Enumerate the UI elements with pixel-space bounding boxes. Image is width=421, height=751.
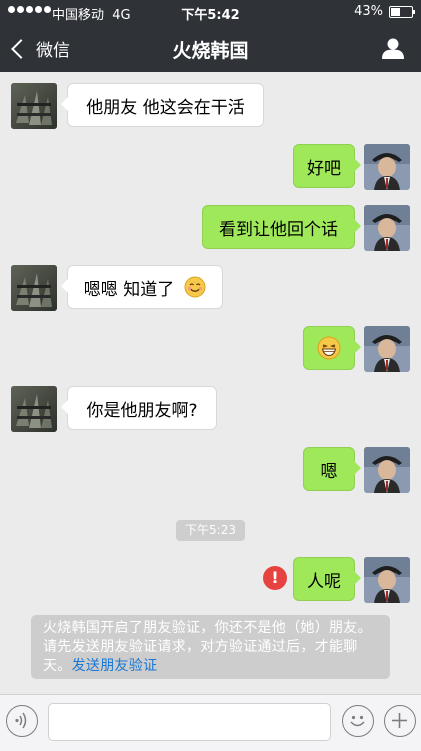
back-label: 微信 [36,41,70,61]
message-text: 人呢 [307,571,341,592]
friend-verification-notice: 火烧韩国开启了朋友验证，你还不是他（她）朋友。请先发送朋友验证请求，对方验证通过… [31,615,390,679]
my-avatar[interactable] [364,557,410,603]
my-avatar[interactable] [364,447,410,493]
my-avatar[interactable] [364,144,410,190]
message-text: 嗯 [320,461,338,482]
chevron-left-icon [11,38,31,59]
voice-icon [15,712,27,729]
chat-timestamp: 下午5:23 [176,520,245,541]
sent-message-bubble[interactable]: 看到让他回个话 [202,205,361,249]
my-avatar[interactable] [364,205,410,251]
received-message-bubble[interactable]: 嗯嗯 知道了 [61,265,223,309]
status-bar: 中国移动 4G 下午5:42 43% [0,0,421,24]
person-icon[interactable] [381,37,405,59]
plus-icon [392,713,407,728]
message-input[interactable] [48,703,331,741]
received-message-bubble[interactable]: 你是他朋友啊? [61,386,217,430]
emoji-icon [350,715,365,727]
emoji-button[interactable] [342,705,374,737]
add-button[interactable] [384,705,416,737]
battery-percent: 43% [354,4,383,19]
voice-button[interactable] [6,705,38,737]
message-text: 你是他朋友啊? [86,400,198,421]
sent-message-bubble[interactable]: 嗯 [303,447,361,491]
battery-icon [389,6,415,18]
contact-avatar[interactable] [11,265,57,311]
smile-emoji-icon [184,276,206,298]
contact-avatar[interactable] [11,83,57,129]
contact-avatar[interactable] [11,386,57,432]
sent-message-bubble[interactable]: 好吧 [293,144,361,188]
my-avatar[interactable] [364,326,410,372]
send-failed-icon[interactable]: ! [263,566,287,590]
message-text: 嗯嗯 知道了 [83,279,175,300]
nav-bar: 微信 火烧韩国 [0,24,421,72]
message-text: 好吧 [307,158,341,179]
back-button[interactable]: 微信 [10,36,70,61]
sent-message-bubble[interactable] [303,326,361,370]
grin-emoji-icon [317,336,341,360]
input-toolbar [0,694,421,751]
received-message-bubble[interactable]: 他朋友 他这会在干活 [61,83,264,127]
sent-message-bubble[interactable]: 人呢 [293,557,361,601]
message-text: 他朋友 他这会在干活 [86,97,245,118]
message-text: 看到让他回个话 [219,219,338,240]
send-verification-link[interactable]: 发送朋友验证 [72,658,158,674]
